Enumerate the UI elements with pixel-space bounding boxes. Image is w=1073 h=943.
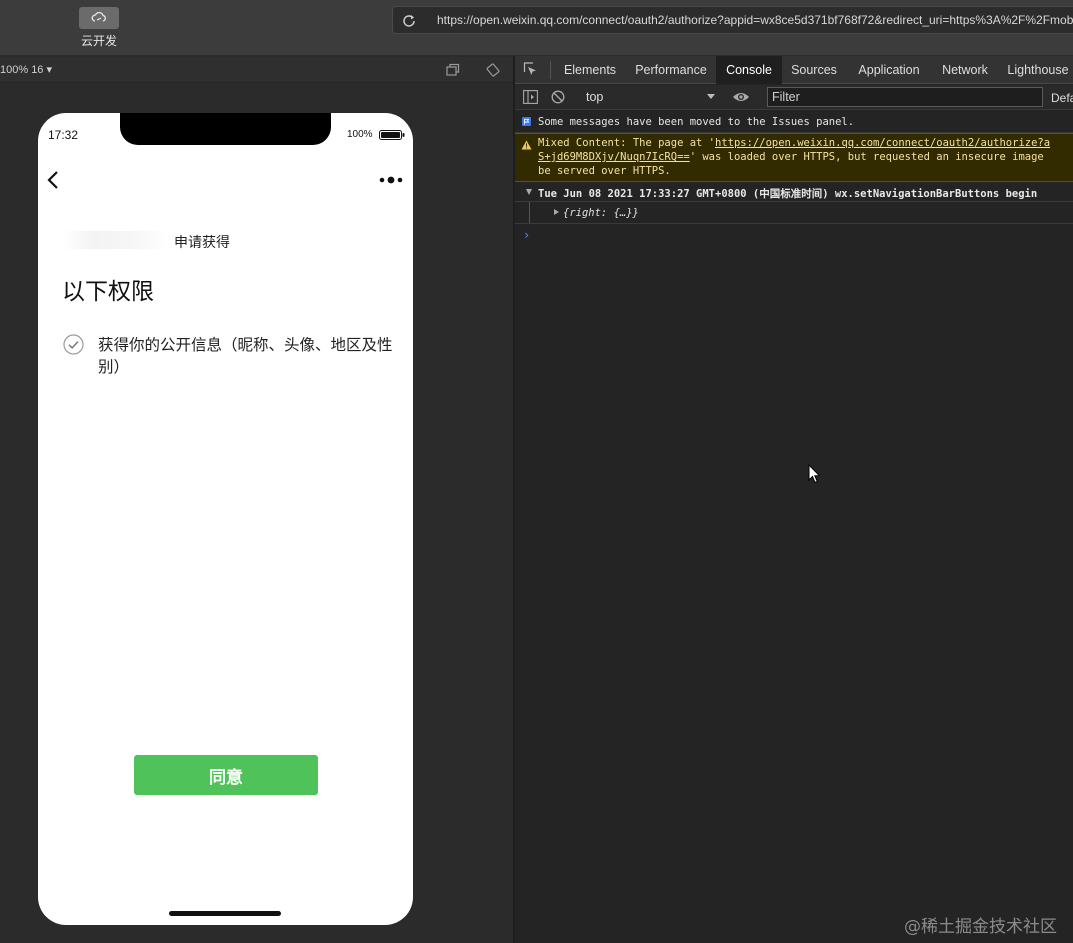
zoom-selector[interactable]: 100% 16 ▾: [0, 63, 52, 76]
top-toolbar: 云开发 https://open.weixin.qq.com/connect/o…: [0, 0, 1073, 56]
warning-line-1: Mixed Content: The page at 'https://open…: [538, 137, 1050, 149]
cloud-dev-label: 云开发: [80, 34, 117, 48]
warning-suffix: ' was loaded over HTTPS, but requested a…: [689, 151, 1044, 163]
devtools-tabbar: Elements Performance Console Sources App…: [515, 56, 1073, 84]
app-name-placeholder: [62, 231, 170, 249]
watermark: @稀土掘金技术社区: [904, 917, 1057, 937]
tab-sources[interactable]: Sources: [783, 56, 845, 84]
address-bar[interactable]: https://open.weixin.qq.com/connect/oauth…: [392, 6, 1073, 34]
back-arrow-icon[interactable]: [46, 169, 60, 191]
warning-url-link[interactable]: https://open.weixin.qq.com/connect/oauth…: [715, 137, 1050, 149]
inspect-element-icon[interactable]: [523, 62, 538, 77]
tab-lighthouse[interactable]: Lighthouse: [1003, 56, 1073, 84]
chevron-down-icon[interactable]: [707, 94, 715, 99]
reload-icon[interactable]: [401, 13, 417, 29]
warning-line-2: S+jd69M8DXjv/Nuqn7IcRQ==' was loaded ove…: [538, 151, 1044, 163]
tab-application[interactable]: Application: [849, 56, 929, 84]
check-circle-icon[interactable]: [63, 334, 84, 355]
more-menu-icon[interactable]: [378, 174, 404, 186]
console-prompt-icon[interactable]: ›: [523, 228, 530, 242]
context-selector[interactable]: top: [579, 87, 717, 107]
request-label: 申请获得: [174, 235, 230, 251]
object-preview: {right: {…}}: [563, 207, 639, 219]
cloud-dev-button[interactable]: [79, 7, 119, 29]
status-time: 17:32: [48, 128, 79, 142]
warning-hash-link[interactable]: S+jd69M8DXjv/Nuqn7IcRQ==: [538, 151, 690, 163]
permission-title: 以下权限: [62, 279, 154, 305]
simulator-toolbar: 100% 16 ▾: [0, 57, 513, 83]
expand-caret-icon[interactable]: [526, 189, 532, 195]
warning-line-3: be served over HTTPS.: [538, 165, 671, 177]
tab-performance[interactable]: Performance: [629, 56, 713, 84]
devtools-panel: Elements Performance Console Sources App…: [515, 56, 1073, 943]
phone-notch: [120, 113, 331, 145]
rotate-icon[interactable]: [486, 63, 500, 77]
console-filter-bar: top Defa: [515, 85, 1073, 110]
eye-icon[interactable]: [732, 90, 750, 104]
mouse-cursor-icon: [808, 464, 821, 484]
console-info-message: Some messages have been moved to the Iss…: [515, 111, 1073, 133]
phone-screen: 17:32 100% 申请获得 以下权限 获得你的公开信息（昵称、头像、地区及性…: [38, 113, 413, 925]
clear-console-icon[interactable]: [551, 90, 565, 104]
console-warning-message: Mixed Content: The page at 'https://open…: [515, 133, 1073, 182]
log-text: Tue Jun 08 2021 17:33:27 GMT+0800 (中国标准时…: [538, 188, 1038, 200]
expand-caret-icon[interactable]: [554, 209, 559, 215]
cloud-link-icon: [91, 12, 106, 22]
battery-icon: [379, 130, 405, 140]
permission-item: 获得你的公开信息（昵称、头像、地区及性别）: [98, 336, 393, 376]
home-indicator: [169, 911, 281, 916]
console-filter-input[interactable]: [767, 87, 1043, 107]
url-text[interactable]: https://open.weixin.qq.com/connect/oauth…: [437, 13, 1073, 27]
sidebar-toggle-icon[interactable]: [523, 90, 538, 104]
console-log-group[interactable]: Tue Jun 08 2021 17:33:27 GMT+0800 (中国标准时…: [515, 182, 1073, 202]
issues-flag-icon: [522, 117, 531, 126]
tab-elements[interactable]: Elements: [557, 56, 623, 84]
console-output: Some messages have been moved to the Iss…: [515, 111, 1073, 943]
warning-prefix: Mixed Content: The page at ': [538, 137, 716, 149]
window-icon[interactable]: [446, 63, 460, 77]
tab-separator: [550, 61, 551, 79]
tab-console[interactable]: Console: [716, 56, 782, 84]
battery-percent: 100%: [347, 129, 373, 140]
tab-network[interactable]: Network: [935, 56, 995, 84]
log-levels-dropdown[interactable]: Defa: [1051, 91, 1073, 105]
warning-icon: [521, 140, 532, 150]
console-object-entry[interactable]: {right: {…}}: [515, 202, 1073, 224]
agree-button[interactable]: 同意: [134, 755, 318, 795]
info-text: Some messages have been moved to the Iss…: [538, 116, 855, 128]
